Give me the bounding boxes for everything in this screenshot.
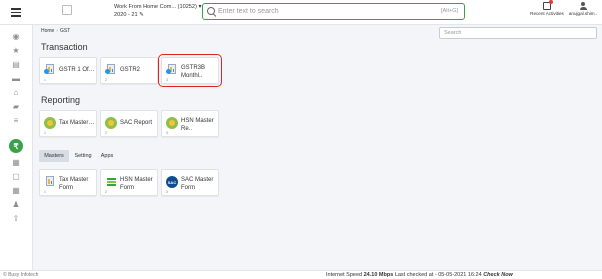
- tile-gstr3b[interactable]: GSTR3B Monthl.. 3: [158, 54, 222, 87]
- truck-icon[interactable]: ▬: [11, 73, 21, 83]
- document-chart-icon: [105, 64, 117, 76]
- tile-tax-master-form[interactable]: Tax Master Form 1: [39, 169, 97, 196]
- report-chart-icon: [166, 117, 178, 129]
- speed-value: 24.10 Mbps: [363, 272, 394, 278]
- sac-icon: SAC: [166, 176, 178, 188]
- tile-label: GSTR3B Monthl..: [181, 65, 206, 79]
- calendar-icon[interactable]: ▦: [11, 185, 21, 195]
- status-bar: © Busy Infotech Internet Speed 24.10 Mbp…: [0, 270, 602, 279]
- tile-sac-report[interactable]: SAC Report 2: [100, 110, 158, 137]
- tile-hsn-master-report[interactable]: HSN Master Re.. 3: [161, 110, 219, 137]
- tile-label: Tax Master Re...: [59, 120, 96, 126]
- check-now-link[interactable]: Check Now: [483, 272, 513, 278]
- tab-masters[interactable]: Masters: [39, 150, 69, 162]
- tile-gstr1[interactable]: GSTR 1 Offline... 1: [39, 57, 97, 84]
- tile-label: SAC Report: [120, 120, 153, 126]
- speed-prefix: Internet Speed: [326, 272, 363, 278]
- company-logo: [62, 5, 72, 15]
- tile-number: 2: [105, 190, 107, 194]
- file-icon[interactable]: ▢: [11, 171, 21, 181]
- sidebar: ◉ ★ ▤ ▬ ⌂ ▰ ≡ ₹ ▦ ▢ ▦ ♟ ⇧: [0, 25, 33, 270]
- internet-speed-status: Internet Speed 24.10 Mbps Last checked a…: [326, 272, 513, 278]
- tile-label: HSN Master Form: [120, 177, 153, 191]
- tile-number: 1: [44, 131, 46, 135]
- report-icon[interactable]: ▦: [11, 157, 21, 167]
- tile-number: 3: [166, 190, 168, 194]
- rupee-icon[interactable]: ₹: [9, 139, 23, 153]
- company-name: Work From Home Com... (10252): [114, 4, 197, 10]
- breadcrumb-home[interactable]: Home: [41, 28, 54, 34]
- user-menu[interactable]: anujgal.shim..: [568, 2, 598, 16]
- page-search-input[interactable]: [439, 27, 597, 39]
- tab-setting[interactable]: Setting: [70, 150, 96, 162]
- company-selector[interactable]: Work From Home Com... (10252) ▾ 2020 - 2…: [114, 4, 201, 19]
- report-chart-icon: [105, 117, 117, 129]
- top-bar: Work From Home Com... (10252) ▾ 2020 - 2…: [0, 0, 602, 25]
- document-icon[interactable]: ▤: [11, 59, 21, 69]
- search-icon: [207, 7, 215, 15]
- copyright-text: © Busy Infotech: [3, 272, 39, 278]
- tile-sac-master-form[interactable]: SAC SAC Master Form 3: [161, 169, 219, 196]
- tile-number: 3: [166, 131, 168, 135]
- tile-number: 1: [44, 190, 46, 194]
- breadcrumb: Home › GST: [41, 28, 70, 34]
- report-chart-icon: [44, 117, 56, 129]
- list-icon[interactable]: ≡: [11, 115, 21, 125]
- tile-label: GSTR2: [120, 67, 141, 73]
- tile-number: 2: [105, 131, 107, 135]
- global-search[interactable]: [Alt+G]: [202, 3, 465, 20]
- user-icon: [579, 2, 587, 10]
- users-icon[interactable]: ♟: [11, 199, 21, 209]
- menu-icon[interactable]: [11, 8, 21, 17]
- search-shortcut-hint: [Alt+G]: [441, 8, 458, 14]
- folder-icon[interactable]: ▰: [11, 101, 21, 111]
- edit-icon[interactable]: ✎: [139, 12, 144, 18]
- tile-number: 3: [166, 78, 168, 82]
- breadcrumb-separator: ›: [56, 28, 59, 34]
- tile-number: 1: [44, 78, 46, 82]
- recent-activities-icon: [543, 0, 553, 10]
- star-icon[interactable]: ★: [11, 45, 21, 55]
- tile-label: GSTR 1 Offline...: [59, 67, 96, 73]
- last-checked: Last checked at - 05-05-2021 16:24: [394, 272, 482, 278]
- financial-year: 2020 - 21: [114, 11, 138, 18]
- recent-activities-label: Recent Activities: [530, 11, 564, 16]
- stack-icon: [105, 176, 117, 188]
- section-title-transaction: Transaction: [41, 42, 88, 52]
- tab-apps[interactable]: Apps: [97, 150, 117, 162]
- document-chart-icon: [44, 64, 56, 76]
- dashboard-icon[interactable]: ◉: [11, 31, 21, 41]
- upload-icon[interactable]: ⇧: [11, 213, 21, 223]
- tile-label: HSN Master Re..: [181, 118, 214, 132]
- tile-label: Tax Master Form: [59, 177, 89, 191]
- bank-icon[interactable]: ⌂: [11, 87, 21, 97]
- tile-gstr2[interactable]: GSTR2 2: [100, 57, 158, 84]
- user-name: anujgal.shim..: [568, 11, 598, 16]
- breadcrumb-current: GST: [60, 28, 71, 34]
- tile-label: SAC Master Form: [181, 177, 214, 191]
- tile-number: 2: [105, 78, 107, 82]
- section-title-reporting: Reporting: [41, 95, 81, 105]
- tile-hsn-master-form[interactable]: HSN Master Form 2: [100, 169, 158, 196]
- tile-tax-master-report[interactable]: Tax Master Re... 1: [39, 110, 97, 137]
- document-chart-icon: [166, 64, 178, 76]
- global-search-input[interactable]: [218, 6, 418, 17]
- form-icon: [44, 176, 56, 188]
- recent-activities-button[interactable]: Recent Activities: [530, 0, 564, 16]
- notification-dot: [549, 0, 553, 4]
